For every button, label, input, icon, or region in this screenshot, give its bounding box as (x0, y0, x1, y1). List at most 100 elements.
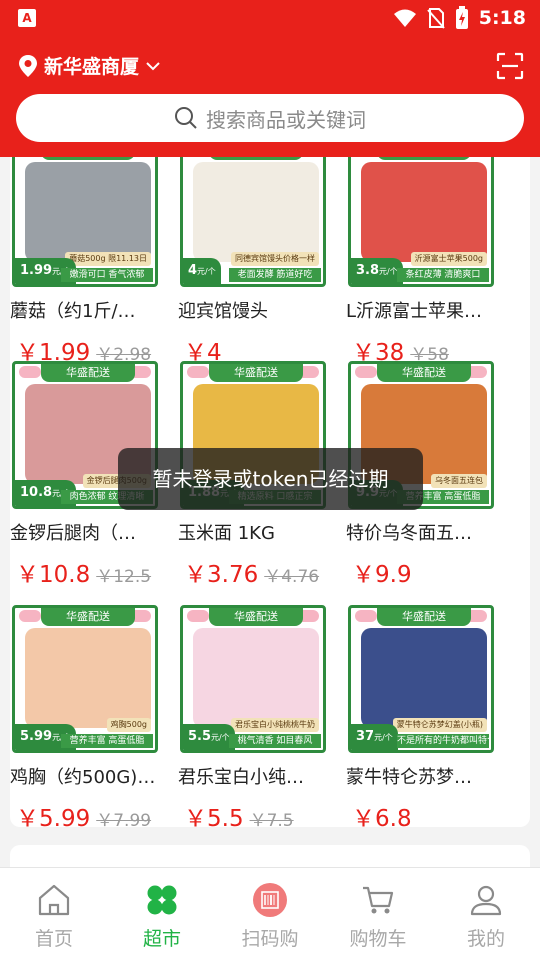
tab-home[interactable]: 首页 (0, 868, 108, 960)
tab-cart[interactable]: 购物车 (324, 868, 432, 960)
product-card[interactable]: 华盛配送 同德宾馆馒头价格一样 4元/个 老面发酵 筋道好吃 迎宾馆馒头 ￥4 (178, 157, 334, 367)
product-name: 君乐宝白小纯… (178, 767, 304, 788)
product-image: 华盛配送 沂源富士苹果500g 3.8元/个 条红皮薄 清脆爽口 (348, 157, 494, 287)
product-grid: 华盛配送 蘑菇500g 限11.13日 1.99元/个 嫩滑可口 香气浓郁 蘑菇… (0, 157, 540, 867)
location-selector[interactable]: 新华盛商厦 (18, 52, 161, 79)
search-icon (175, 107, 197, 129)
status-icons: 5:18 (393, 6, 526, 30)
wifi-icon (393, 9, 416, 27)
tab-scan-buy[interactable]: 扫码购 (216, 868, 324, 960)
price-row: ￥9.9 (352, 555, 418, 589)
product-label: 蘑菇500g 限11.13日 (65, 252, 151, 266)
product-name: 特价乌冬面五… (346, 523, 472, 544)
product-label: 鸡胸500g (106, 718, 151, 732)
original-price: ￥7.99 (96, 811, 152, 831)
current-price: ￥6.8 (352, 806, 412, 832)
status-bar: A 5:18 (0, 0, 540, 36)
promo-price-tag: 4元/个 (183, 258, 221, 284)
flower-decoration (19, 366, 41, 378)
price-row: ￥10.8 ￥12.5 (16, 555, 151, 589)
promo-unit: 元/个 (374, 733, 393, 742)
product-photo (193, 628, 319, 728)
home-icon (36, 882, 72, 918)
promo-slogan: 嫩滑可口 香气浓郁 (61, 268, 153, 282)
delivery-banner: 华盛配送 (41, 364, 135, 382)
promo-price: 10.8 (20, 485, 53, 500)
current-price: ￥3.76 (184, 562, 259, 588)
delivery-banner: 华盛配送 (377, 608, 471, 626)
product-label: 蒙牛特仑苏梦幻盖(小瓶) (392, 718, 487, 732)
promo-slogan: 桃气清香 如目春风 (229, 734, 321, 748)
price-row: ￥5.99 ￥7.99 (16, 799, 151, 833)
tab-label: 扫码购 (241, 928, 299, 950)
delivery-banner: 华盛配送 (377, 157, 471, 160)
product-name: 金锣后腿肉（… (10, 523, 136, 544)
product-photo (25, 162, 151, 262)
promo-slogan: 不是所有的牛奶都叫特仑苏 (397, 734, 489, 748)
promo-slogan: 营养丰富 高蛋低脂 (61, 734, 153, 748)
flower-decoration (355, 366, 377, 378)
product-photo (25, 628, 151, 728)
product-photo (361, 162, 487, 262)
product-card[interactable]: 华盛配送 沂源富士苹果500g 3.8元/个 条红皮薄 清脆爽口 L沂源富士苹果… (346, 157, 502, 367)
product-name: 迎宾馆馒头 (178, 301, 268, 322)
current-price: ￥5.99 (16, 806, 91, 832)
scan-icon[interactable] (496, 52, 524, 80)
product-label: 乌冬面五连包 (431, 474, 487, 488)
current-price: ￥10.8 (16, 562, 91, 588)
battery-icon (455, 6, 468, 29)
product-card[interactable]: 华盛配送 蒙牛特仑苏梦幻盖(小瓶) 37元/个 不是所有的牛奶都叫特仑苏 蒙牛特… (346, 603, 502, 833)
original-price: ￥7.5 (249, 811, 294, 831)
tab-label: 超市 (142, 928, 181, 950)
location-text: 新华盛商厦 (44, 56, 140, 78)
promo-price: 4 (188, 263, 198, 278)
promo-price: 37 (356, 729, 375, 744)
price-row: ￥6.8 (352, 799, 418, 833)
promo-price: 1.99 (20, 263, 53, 278)
product-name: 玉米面 1KG (178, 523, 275, 544)
original-price: ￥4.76 (264, 567, 320, 587)
promo-price: 3.8 (356, 263, 380, 278)
promo-slogan: 老面发酵 筋道好吃 (229, 268, 321, 282)
product-image: 华盛配送 蘑菇500g 限11.13日 1.99元/个 嫩滑可口 香气浓郁 (12, 157, 158, 287)
product-photo (193, 162, 319, 262)
cart-icon (360, 882, 396, 918)
tab-supermarket[interactable]: 超市 (108, 868, 216, 960)
product-image: 华盛配送 同德宾馆馒头价格一样 4元/个 老面发酵 筋道好吃 (180, 157, 326, 287)
product-name: L沂源富士苹果… (346, 301, 483, 322)
flower-decoration (187, 610, 209, 622)
user-icon (468, 882, 504, 918)
product-name: 蘑菇（约1斤/… (10, 301, 136, 322)
product-image: 华盛配送 蒙牛特仑苏梦幻盖(小瓶) 37元/个 不是所有的牛奶都叫特仑苏 (348, 605, 494, 753)
delivery-banner: 华盛配送 (209, 157, 303, 160)
promo-price-tag: 37元/个 (351, 724, 398, 750)
product-card[interactable]: 华盛配送 蘑菇500g 限11.13日 1.99元/个 嫩滑可口 香气浓郁 蘑菇… (10, 157, 166, 367)
promo-price: 5.99 (20, 729, 53, 744)
promo-price-tag: 3.8元/个 (351, 258, 403, 284)
delivery-banner: 华盛配送 (209, 608, 303, 626)
promo-unit: 元/个 (379, 267, 398, 276)
product-name: 蒙牛特仑苏梦… (346, 767, 472, 788)
product-name: 鸡胸（约500G)… (10, 767, 156, 788)
next-panel (10, 845, 530, 867)
product-card[interactable]: 华盛配送 君乐宝白小纯桃桃牛奶 5.5元/个 桃气清香 如目春风 君乐宝白小纯…… (178, 603, 334, 833)
product-card[interactable]: 华盛配送 鸡胸500g 5.99元/个 营养丰富 高蛋低脂 鸡胸（约500G)…… (10, 603, 166, 833)
current-price: ￥5.5 (184, 806, 244, 832)
promo-unit: 元/个 (197, 267, 216, 276)
product-photo (361, 628, 487, 728)
original-price: ￥12.5 (96, 567, 152, 587)
tab-label: 购物车 (349, 928, 407, 950)
tab-mine[interactable]: 我的 (432, 868, 540, 960)
promo-slogan: 条红皮薄 清脆爽口 (397, 268, 489, 282)
promo-price-tag: 5.5元/个 (183, 724, 235, 750)
delivery-banner: 华盛配送 (209, 364, 303, 382)
product-label: 同德宾馆馒头价格一样 (231, 252, 319, 266)
bottom-tab-bar: 首页 超市 扫码购 购物车 我的 (0, 867, 540, 960)
app-notification-icon: A (18, 9, 36, 27)
price-row: ￥3.76 ￥4.76 (184, 555, 319, 589)
search-bar[interactable]: 搜索商品或关键词 (16, 94, 524, 142)
product-label: 君乐宝白小纯桃桃牛奶 (231, 718, 319, 732)
current-price: ￥9.9 (352, 562, 412, 588)
delivery-banner: 华盛配送 (41, 157, 135, 160)
delivery-banner: 华盛配送 (377, 364, 471, 382)
